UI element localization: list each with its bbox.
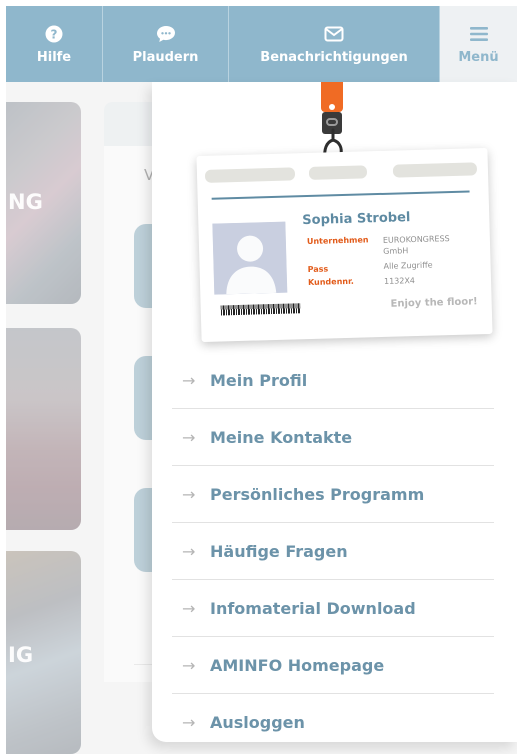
menu-item-infomaterial-download[interactable]: → Infomaterial Download (172, 580, 494, 637)
badge-label-unternehmen: Unternehmen (306, 235, 369, 247)
nav-label-benachrichtigungen: Benachrichtigungen (260, 49, 408, 65)
badge-value-unternehmen: EUROKONGRESS GmbH (382, 234, 450, 256)
menu-item-label: Persönliches Programm (210, 484, 425, 504)
hamburger-icon (469, 24, 489, 44)
menu-item-meine-kontakte[interactable]: → Meine Kontakte (172, 409, 494, 466)
menu-item-mein-profil[interactable]: → Mein Profil (172, 352, 494, 409)
menu-list: → Mein Profil → Meine Kontakte → Persönl… (172, 352, 494, 751)
menu-item-label: Meine Kontakte (210, 427, 353, 447)
chat-bubble-icon (156, 24, 176, 44)
menu-item-label: Mein Profil (210, 370, 308, 390)
badge-label-pass: Pass (307, 264, 329, 275)
badge-slot (204, 167, 296, 183)
barcode (220, 303, 301, 316)
menu-item-label: AMINFO Homepage (210, 655, 385, 675)
menu-item-label: Infomaterial Download (210, 598, 416, 618)
nav-label-plaudern: Plaudern (132, 49, 199, 65)
menu-panel: Sophia Strobel Unternehmen EUROKONGRESS … (152, 82, 517, 742)
name-badge[interactable]: Sophia Strobel Unternehmen EUROKONGRESS … (196, 147, 493, 343)
menu-item-label: Häufige Fragen (210, 541, 348, 561)
avatar (212, 221, 288, 295)
menu-item-label: Ausloggen (210, 713, 305, 732)
nav-button-menu[interactable]: Menü (440, 6, 517, 82)
badge-slot (308, 165, 368, 180)
menu-item-persoenliches-programm[interactable]: → Persönliches Programm (172, 466, 494, 523)
question-circle-icon: ? (44, 24, 64, 44)
arrow-right-icon: → (182, 541, 196, 561)
badge-slot (392, 162, 478, 178)
nav-label-menu: Menü (458, 49, 499, 65)
arrow-right-icon: → (182, 713, 196, 732)
arrow-right-icon: → (182, 598, 196, 618)
badge-name: Sophia Strobel (302, 210, 411, 229)
arrow-right-icon: → (182, 484, 196, 504)
envelope-icon (324, 24, 344, 44)
arrow-right-icon: → (182, 370, 196, 390)
nav-button-benachrichtigungen[interactable]: Benachrichtigungen (229, 6, 440, 82)
nav-button-hilfe[interactable]: ? Hilfe (6, 6, 103, 82)
badge-value-pass: Alle Zugriffe (383, 260, 433, 271)
badge-label-kundennr: Kundennr. (307, 276, 354, 288)
menu-item-ausloggen[interactable]: → Ausloggen (172, 694, 494, 751)
nav-button-plaudern[interactable]: Plaudern (103, 6, 229, 82)
top-navigation: ? Hilfe Plaudern Benachrichtigungen Menü (6, 6, 517, 82)
badge-divider (211, 190, 470, 200)
badge-tagline: Enjoy the floor! (390, 296, 478, 310)
arrow-right-icon: → (182, 427, 196, 447)
arrow-right-icon: → (182, 655, 196, 675)
lanyard-strap (321, 82, 343, 112)
menu-item-haeufige-fragen[interactable]: → Häufige Fragen (172, 523, 494, 580)
badge-value-kundennr: 1132X4 (383, 276, 416, 286)
menu-item-aminfo-homepage[interactable]: → AMINFO Homepage (172, 637, 494, 694)
nav-label-hilfe: Hilfe (36, 49, 72, 65)
svg-text:?: ? (51, 27, 58, 41)
